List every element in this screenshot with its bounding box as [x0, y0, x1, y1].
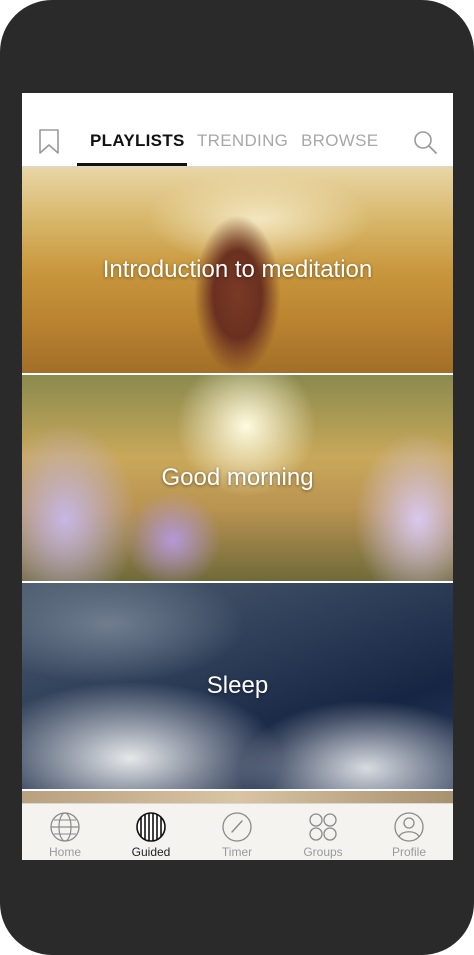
nav-home[interactable]: Home: [22, 804, 108, 860]
nav-timer[interactable]: Timer: [194, 804, 280, 860]
playlist-card-introduction[interactable]: Introduction to meditation: [22, 167, 453, 373]
tab-trending[interactable]: TRENDING: [197, 131, 288, 151]
search-icon[interactable]: [412, 129, 438, 155]
top-bar: PLAYLISTS TRENDING BROWSE: [22, 93, 453, 167]
playlist-title: Sleep: [206, 672, 269, 699]
nav-label: Groups: [303, 845, 343, 859]
nav-profile[interactable]: Profile: [366, 804, 452, 860]
guided-stripes-icon: [136, 812, 166, 842]
profile-icon: [394, 812, 424, 842]
nav-label: Guided: [131, 845, 171, 859]
timer-icon: [222, 812, 252, 842]
app-screen: PLAYLISTS TRENDING BROWSE Introduction t…: [22, 93, 453, 860]
playlist-card-partial[interactable]: [22, 791, 453, 803]
nav-guided[interactable]: Guided: [108, 804, 194, 860]
phone-frame: PLAYLISTS TRENDING BROWSE Introduction t…: [0, 0, 474, 955]
playlist-card-good-morning[interactable]: Good morning: [22, 375, 453, 581]
playlist-title: Good morning: [161, 464, 314, 491]
groups-icon: [309, 813, 337, 841]
active-tab-indicator: [77, 163, 187, 166]
tab-playlists[interactable]: PLAYLISTS: [90, 131, 185, 151]
playlist-title: Introduction to meditation: [102, 256, 373, 283]
nav-label: Profile: [391, 845, 426, 859]
bottom-nav-bar: Home Guided Timer Groups Profile: [22, 803, 453, 860]
bookmark-icon[interactable]: [38, 129, 60, 155]
playlist-card-sleep[interactable]: Sleep: [22, 583, 453, 789]
globe-icon: [50, 812, 80, 842]
tab-browse[interactable]: BROWSE: [301, 131, 378, 151]
nav-label: Home: [48, 845, 81, 859]
nav-groups[interactable]: Groups: [280, 804, 366, 860]
nav-label: Timer: [221, 845, 253, 859]
